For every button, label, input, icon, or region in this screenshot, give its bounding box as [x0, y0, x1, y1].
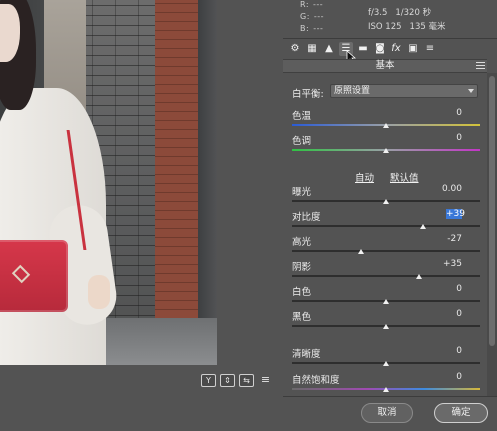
b-readout: B: ---: [300, 24, 324, 33]
tint-thumb[interactable]: [383, 148, 389, 153]
contrast-track[interactable]: [292, 225, 480, 227]
default-link[interactable]: 默认值: [390, 170, 419, 184]
basic-tone-icon[interactable]: ⚙: [288, 42, 302, 56]
footer-divider: [283, 396, 497, 397]
panel-tabs: ⚙ ▦ ▲ ☰ ▬ ◙ fx ▣ ≡: [283, 40, 497, 58]
shadows-track[interactable]: [292, 275, 480, 277]
vibrance-value[interactable]: 0: [420, 372, 462, 382]
blacks-label: 黑色: [292, 312, 312, 323]
white-balance-select[interactable]: 原照设置: [330, 84, 478, 98]
exposure-value[interactable]: 0.00: [420, 184, 462, 194]
shadows-thumb[interactable]: [415, 274, 422, 279]
chevron-down-icon: [468, 89, 474, 93]
r-readout: R: ---: [300, 0, 324, 9]
clarity-thumb[interactable]: [383, 361, 389, 366]
copy-settings-icon[interactable]: ⇆: [239, 374, 254, 387]
shadows-label: 阴影: [292, 262, 312, 273]
blacks-value[interactable]: 0: [420, 309, 462, 319]
ok-button[interactable]: 确定: [434, 403, 488, 423]
exposure-thumb[interactable]: [383, 199, 389, 204]
tone-curve-icon[interactable]: ▦: [305, 42, 319, 56]
scrollbar-thumb[interactable]: [489, 76, 495, 346]
presets-icon[interactable]: ≡: [423, 42, 437, 56]
g-readout: G: ---: [300, 12, 325, 21]
pillar-shadow: [198, 0, 217, 365]
temperature-thumb[interactable]: [383, 123, 389, 128]
vibrance-thumb[interactable]: [383, 387, 389, 392]
white-balance-label: 白平衡:: [292, 89, 324, 100]
exposure-info: f/3.5 1/320 秒: [368, 8, 432, 18]
tint-value[interactable]: 0: [420, 133, 462, 143]
highlights-label: 高光: [292, 237, 312, 248]
temperature-value[interactable]: 0: [420, 108, 462, 118]
whites-value[interactable]: 0: [420, 284, 462, 294]
clarity-label: 清晰度: [292, 349, 321, 360]
split-tone-icon[interactable]: ▬: [356, 42, 370, 56]
iso-focal-info: ISO 125 135 毫米: [368, 22, 446, 32]
before-after-y-icon[interactable]: Y: [201, 374, 216, 387]
red-brick-pillar: [155, 0, 199, 318]
contrast-label: 对比度: [292, 212, 321, 223]
swap-settings-icon[interactable]: ⇕: [220, 374, 235, 387]
lens-icon[interactable]: ◙: [373, 42, 387, 56]
temperature-label: 色温: [292, 111, 312, 122]
tint-label: 色调: [292, 136, 312, 147]
vibrance-label: 自然饱和度: [292, 375, 340, 386]
auto-link[interactable]: 自动: [355, 170, 374, 184]
red-handbag: [0, 240, 68, 312]
preview-preferences-icon[interactable]: ≡: [258, 374, 273, 387]
whites-thumb[interactable]: [383, 299, 389, 304]
photo-preview[interactable]: [0, 0, 217, 365]
blacks-thumb[interactable]: [383, 324, 389, 329]
section-title: 基本: [283, 59, 487, 73]
detail-icon[interactable]: ▲: [322, 42, 336, 56]
highlights-value[interactable]: -27: [420, 234, 462, 244]
shadows-value[interactable]: +35: [420, 259, 462, 269]
camera-calibration-icon[interactable]: ▣: [406, 42, 420, 56]
panel-menu-icon[interactable]: [476, 62, 485, 69]
cancel-button[interactable]: 取消: [361, 403, 413, 423]
divider: [283, 38, 497, 39]
highlights-track[interactable]: [292, 250, 480, 252]
clarity-value[interactable]: 0: [420, 346, 462, 356]
highlights-thumb[interactable]: [357, 249, 364, 254]
white-balance-value: 原照设置: [334, 86, 371, 96]
exposure-label: 曝光: [292, 187, 312, 198]
contrast-thumb[interactable]: [419, 224, 426, 229]
contrast-value[interactable]: +39: [446, 209, 465, 219]
whites-label: 白色: [292, 287, 312, 298]
fx-icon[interactable]: fx: [389, 42, 403, 56]
hand: [88, 275, 110, 309]
